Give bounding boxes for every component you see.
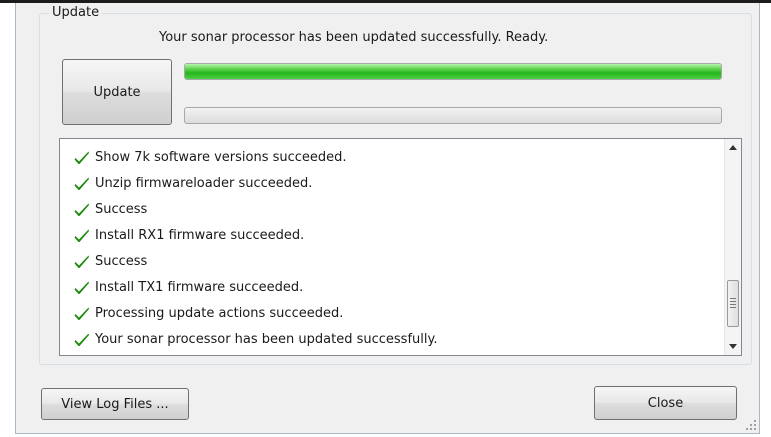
log-item: Your sonar processor has been updated su… <box>74 326 714 352</box>
update-dialog: Update Your sonar processor has been upd… <box>15 3 760 434</box>
check-icon <box>74 177 89 190</box>
log-item-text: Success <box>95 201 148 217</box>
thumb-grip-icon <box>730 298 736 310</box>
secondary-progress-bar <box>184 107 722 124</box>
check-icon <box>74 229 89 242</box>
status-text: Your sonar processor has been updated su… <box>159 30 549 45</box>
chevron-up-icon <box>729 145 737 150</box>
check-icon <box>74 307 89 320</box>
log-item: Install RX1 firmware succeeded. <box>74 222 714 248</box>
check-icon <box>74 281 89 294</box>
close-button[interactable]: Close <box>594 386 737 420</box>
scroll-down-arrow[interactable] <box>725 338 741 355</box>
primary-progress-bar <box>184 63 722 80</box>
log-item: Install TX1 firmware succeeded. <box>74 274 714 300</box>
log-item: Success <box>74 196 714 222</box>
log-item: Unzip firmwareloader succeeded. <box>74 170 714 196</box>
log-item: Processing update actions succeeded. <box>74 300 714 326</box>
check-icon <box>74 333 89 346</box>
check-icon <box>74 255 89 268</box>
log-item-text: Success <box>95 253 148 269</box>
check-icon <box>74 151 89 164</box>
log-list: Show 7k software versions succeeded. Unzi… <box>74 144 714 352</box>
check-icon <box>74 203 89 216</box>
scroll-up-arrow[interactable] <box>725 139 741 156</box>
primary-progress-fill <box>185 64 721 79</box>
log-item: Success <box>74 248 714 274</box>
log-item-text: Install RX1 firmware succeeded. <box>95 227 305 243</box>
log-item-text: Your sonar processor has been updated su… <box>95 331 438 347</box>
log-item-text: Processing update actions succeeded. <box>95 305 344 321</box>
chevron-down-icon <box>729 344 737 349</box>
resize-grip-icon[interactable] <box>745 419 757 431</box>
log-item-text: Show 7k software versions succeeded. <box>95 149 347 165</box>
log-scrollbar[interactable] <box>724 139 741 355</box>
log-listbox[interactable]: Show 7k software versions succeeded. Unzi… <box>59 138 742 356</box>
update-group-title: Update <box>49 5 103 21</box>
view-log-files-button[interactable]: View Log Files ... <box>41 388 189 420</box>
scroll-thumb[interactable] <box>727 280 739 327</box>
log-item-text: Unzip firmwareloader succeeded. <box>95 175 313 191</box>
log-item-text: Install TX1 firmware succeeded. <box>95 279 304 295</box>
update-button[interactable]: Update <box>62 59 172 125</box>
log-item: Show 7k software versions succeeded. <box>74 144 714 170</box>
